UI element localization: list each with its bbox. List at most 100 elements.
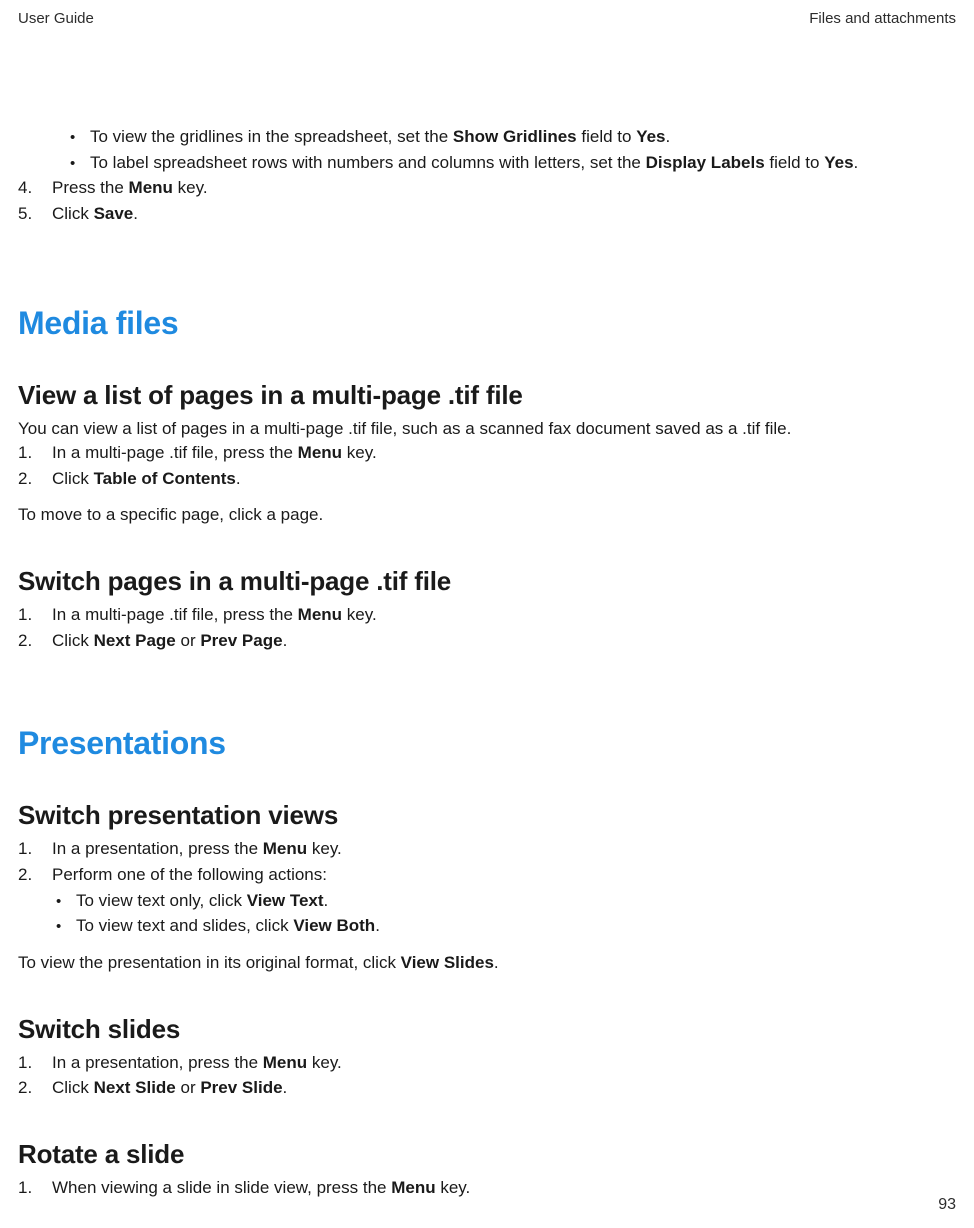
heading-switch-slides: Switch slides	[18, 1014, 956, 1045]
heading-switch-tif: Switch pages in a multi-page .tif file	[18, 566, 956, 597]
list-item: 2. Click Next Slide or Prev Slide.	[18, 1076, 956, 1101]
switch-views-bullets: • To view text only, click View Text. • …	[18, 889, 956, 939]
list-item-text: In a multi-page .tif file, press the Men…	[46, 603, 956, 628]
text: .	[494, 953, 499, 972]
text: .	[324, 891, 329, 910]
text-bold: Show Gridlines	[453, 127, 577, 146]
paragraph: You can view a list of pages in a multi-…	[18, 417, 956, 442]
text-bold: Menu	[263, 1053, 307, 1072]
list-item-text: In a presentation, press the Menu key.	[46, 1051, 956, 1076]
text-bold: Next Slide	[94, 1078, 176, 1097]
text: In a presentation, press the	[52, 839, 263, 858]
text-bold: View Text	[247, 891, 324, 910]
paragraph: To view the presentation in its original…	[18, 951, 956, 976]
text-bold: Next Page	[94, 631, 176, 650]
list-item-text: Perform one of the following actions:	[46, 863, 956, 888]
list-item: 4. Press the Menu key.	[18, 176, 956, 201]
switch-tif-steps: 1. In a multi-page .tif file, press the …	[18, 603, 956, 653]
list-item-text: Click Next Slide or Prev Slide.	[46, 1076, 956, 1101]
text: In a presentation, press the	[52, 1053, 263, 1072]
list-item: 1. In a multi-page .tif file, press the …	[18, 441, 956, 466]
text-bold: Table of Contents	[94, 469, 236, 488]
text: .	[375, 916, 380, 935]
text: Press the	[52, 178, 129, 197]
intro-bullets: • To view the gridlines in the spreadshe…	[18, 125, 956, 175]
bullet-icon: •	[56, 891, 76, 913]
step-number: 4.	[18, 176, 46, 201]
list-item: 2. Click Next Page or Prev Page.	[18, 629, 956, 654]
text: key.	[307, 1053, 342, 1072]
list-item: 2. Perform one of the following actions:	[18, 863, 956, 888]
heading-view-tif: View a list of pages in a multi-page .ti…	[18, 380, 956, 411]
text: or	[176, 1078, 201, 1097]
text: key.	[342, 443, 377, 462]
page-number: 93	[938, 1196, 956, 1214]
text-bold: View Both	[293, 916, 375, 935]
text-bold: Display Labels	[646, 153, 765, 172]
list-item-text: Click Next Page or Prev Page.	[46, 629, 956, 654]
list-item: 1. In a presentation, press the Menu key…	[18, 1051, 956, 1076]
running-header-right: Files and attachments	[809, 10, 956, 27]
text: field to	[577, 127, 637, 146]
text: field to	[765, 153, 825, 172]
list-item: 1. When viewing a slide in slide view, p…	[18, 1176, 956, 1201]
list-item: • To view the gridlines in the spreadshe…	[56, 125, 956, 150]
text: Click	[52, 1078, 94, 1097]
switch-views-steps: 1. In a presentation, press the Menu key…	[18, 837, 956, 887]
step-number: 2.	[18, 629, 46, 654]
text: key.	[342, 605, 377, 624]
step-number: 1.	[18, 1051, 46, 1076]
list-item: • To view text and slides, click View Bo…	[42, 914, 956, 939]
text: key.	[173, 178, 208, 197]
text: To view text and slides, click	[76, 916, 293, 935]
text: .	[283, 1078, 288, 1097]
list-item-text: Click Save.	[46, 202, 956, 227]
heading-rotate-slide: Rotate a slide	[18, 1139, 956, 1170]
rotate-slide-steps: 1. When viewing a slide in slide view, p…	[18, 1176, 956, 1201]
list-item-text: Press the Menu key.	[46, 176, 956, 201]
text: In a multi-page .tif file, press the	[52, 605, 298, 624]
bullet-icon: •	[56, 916, 76, 938]
text-bold: Menu	[298, 605, 342, 624]
heading-switch-views: Switch presentation views	[18, 800, 956, 831]
text-bold: Yes	[636, 127, 665, 146]
page-content: • To view the gridlines in the spreadshe…	[18, 27, 956, 1201]
step-number: 5.	[18, 202, 46, 227]
text-bold: Prev Page	[200, 631, 282, 650]
text: .	[854, 153, 859, 172]
list-item-text: To view text and slides, click View Both…	[76, 914, 956, 939]
list-item-text: In a presentation, press the Menu key.	[46, 837, 956, 862]
text-bold: Yes	[824, 153, 853, 172]
text: .	[236, 469, 241, 488]
text: Click	[52, 204, 94, 223]
text: To label spreadsheet rows with numbers a…	[90, 153, 646, 172]
list-item: 1. In a multi-page .tif file, press the …	[18, 603, 956, 628]
text-bold: Menu	[298, 443, 342, 462]
text: Click	[52, 469, 94, 488]
step-number: 1.	[18, 441, 46, 466]
list-item: 2. Click Table of Contents.	[18, 467, 956, 492]
section-media-files: Media files	[18, 305, 956, 342]
step-number: 1.	[18, 1176, 46, 1201]
text-bold: Menu	[129, 178, 173, 197]
text-bold: Menu	[391, 1178, 435, 1197]
step-number: 2.	[18, 1076, 46, 1101]
text: When viewing a slide in slide view, pres…	[52, 1178, 391, 1197]
text: To view the presentation in its original…	[18, 953, 401, 972]
text-bold: Menu	[263, 839, 307, 858]
list-item-text: To view text only, click View Text.	[76, 889, 956, 914]
text: To view text only, click	[76, 891, 247, 910]
list-item: 5. Click Save.	[18, 202, 956, 227]
text: or	[176, 631, 201, 650]
list-item: • To label spreadsheet rows with numbers…	[56, 151, 956, 176]
view-tif-steps: 1. In a multi-page .tif file, press the …	[18, 441, 956, 491]
switch-slides-steps: 1. In a presentation, press the Menu key…	[18, 1051, 956, 1101]
list-item-text: When viewing a slide in slide view, pres…	[46, 1176, 956, 1201]
running-header-left: User Guide	[18, 10, 94, 27]
list-item: 1. In a presentation, press the Menu key…	[18, 837, 956, 862]
list-item-text: In a multi-page .tif file, press the Men…	[46, 441, 956, 466]
text-bold: Prev Slide	[200, 1078, 282, 1097]
step-number: 2.	[18, 467, 46, 492]
text: .	[133, 204, 138, 223]
intro-steps: 4. Press the Menu key. 5. Click Save.	[18, 176, 956, 226]
